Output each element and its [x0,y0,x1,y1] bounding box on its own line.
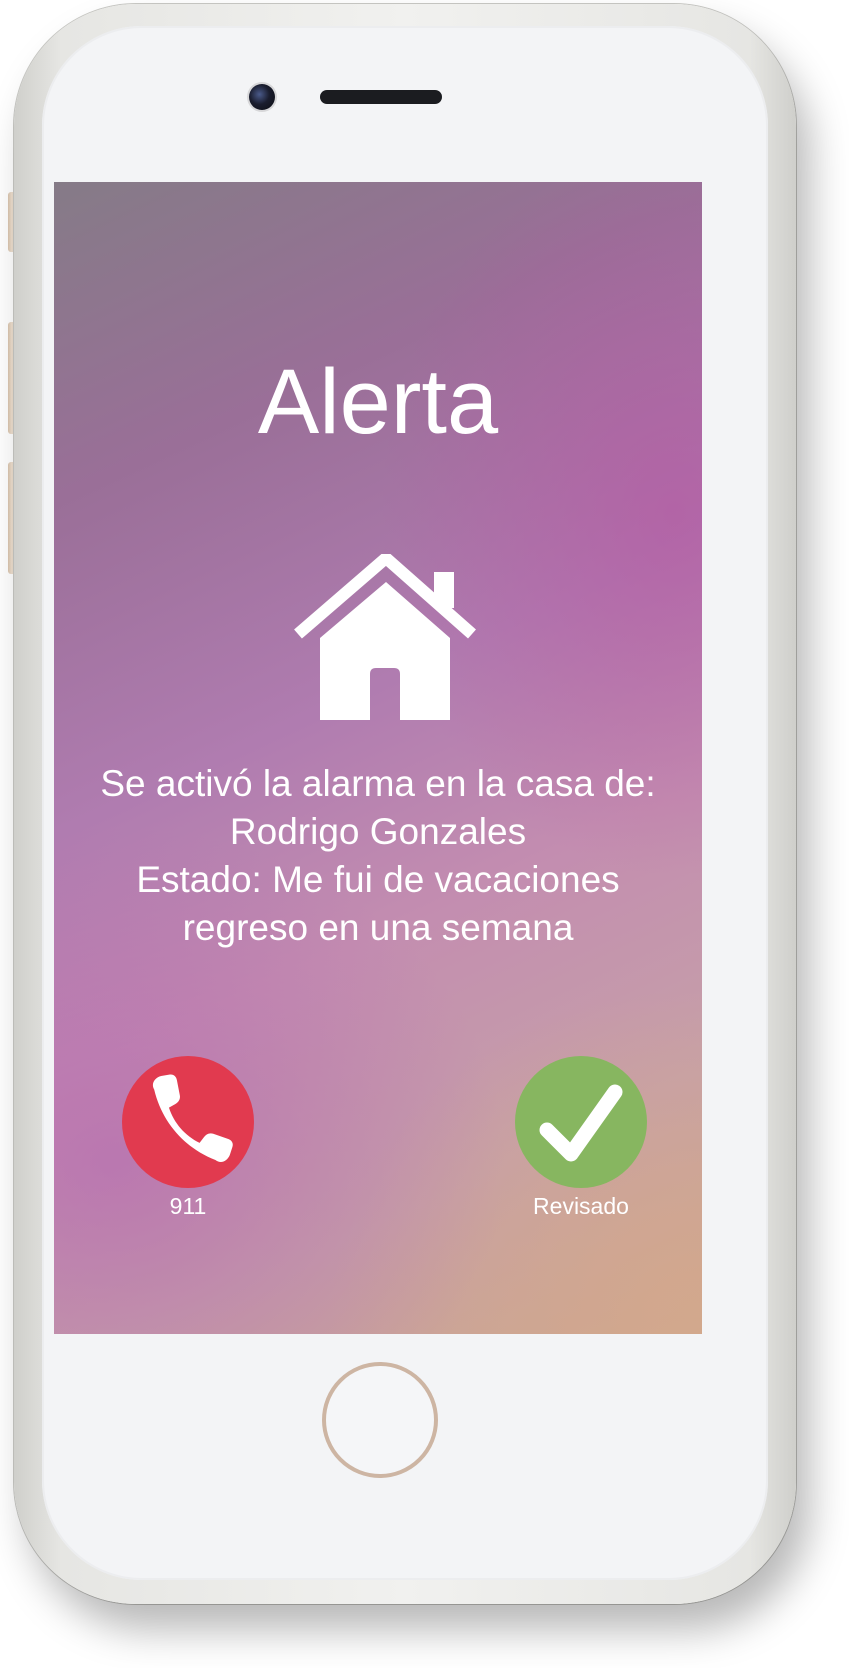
reviewed-label: Revisado [533,1193,629,1219]
call-911-label: 911 [169,1193,207,1219]
alert-message: Se activó la alarma en la casa de: Rodri… [54,760,702,952]
phone-icon [152,1074,233,1162]
reviewed-button[interactable]: Revisado [514,1056,648,1220]
message-line-owner: Rodrigo Gonzales [229,811,527,852]
earpiece-speaker [320,90,442,104]
reviewed-circle[interactable] [515,1056,647,1188]
call-911-button[interactable]: 911 [121,1056,255,1220]
checkmark-icon [539,1084,623,1162]
home-button[interactable] [322,1362,438,1478]
message-line-status: Estado: Me fui de vacaciones [136,859,620,900]
phone-mockup: Alerta Se activó la alarma en la casa de… [0,0,849,1668]
alert-screen: Alerta Se activó la alarma en la casa de… [54,182,702,1334]
house-icon [294,554,476,720]
message-line-trigger: Se activó la alarma en la casa de: [100,763,656,804]
call-911-circle[interactable] [122,1056,254,1188]
message-line-return: regreso en una semana [182,907,574,948]
front-camera [249,84,275,110]
alert-title: Alerta [257,351,499,453]
